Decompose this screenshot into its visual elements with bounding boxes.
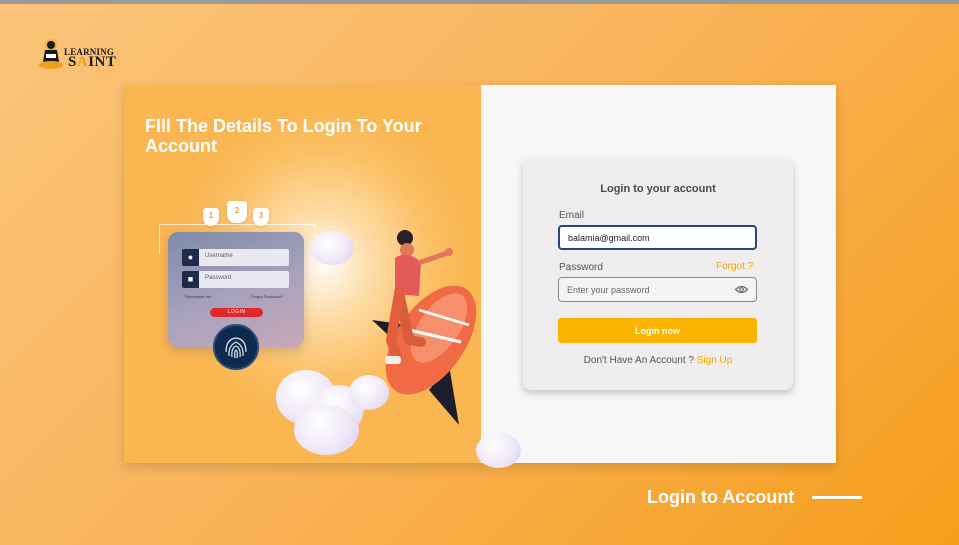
login-now-button[interactable]: Login now — [558, 318, 757, 343]
hero-panel: FIll The Details To Login To Your Accoun… — [124, 85, 481, 463]
widget-username-label: Username — [205, 253, 233, 259]
widget-login-button: LOGIN — [210, 308, 263, 317]
form-title: Login to your account — [600, 183, 716, 195]
login-card: FIll The Details To Login To Your Accoun… — [124, 85, 836, 468]
password-label: Password — [559, 262, 603, 273]
widget-remember-label: Remember me — [185, 294, 212, 299]
footer-divider — [812, 496, 862, 499]
cloud-illustration — [310, 231, 354, 265]
logo-text-saint: SAINT — [68, 54, 117, 70]
rocket-illustration — [372, 230, 477, 425]
email-input[interactable] — [558, 225, 757, 250]
no-account-text: Don't Have An Account ? — [583, 355, 694, 366]
hero-headline: FIll The Details To Login To Your Accoun… — [145, 116, 422, 156]
cloud-illustration — [294, 405, 359, 455]
logo[interactable]: LEARNING SAINT — [37, 34, 117, 74]
email-label: Email — [559, 210, 585, 221]
footer-title: Login to Account — [647, 487, 795, 507]
signup-link[interactable]: Sign Up — [697, 355, 733, 366]
forgot-password-link[interactable]: Forgot ? — [716, 261, 753, 272]
widget-username-row: ● Username — [182, 249, 289, 266]
cloud-illustration — [476, 433, 521, 468]
user-icon: ● — [182, 249, 199, 266]
widget-password-row: ■ Password — [182, 271, 289, 288]
login-form: Login to your account Email Password For… — [523, 159, 793, 390]
lock-icon: ■ — [182, 271, 199, 288]
saint-figure-icon — [39, 39, 63, 69]
eye-icon[interactable] — [735, 285, 748, 294]
fingerprint-icon — [213, 324, 259, 370]
top-border — [0, 0, 959, 4]
password-input[interactable] — [558, 277, 757, 302]
signup-prompt: Don't Have An Account ? Sign Up — [523, 355, 793, 366]
widget-forgot-label: Forgot Password? — [251, 294, 284, 299]
widget-password-label: Password — [205, 275, 232, 281]
shield-icon-2: 2 — [227, 201, 247, 223]
